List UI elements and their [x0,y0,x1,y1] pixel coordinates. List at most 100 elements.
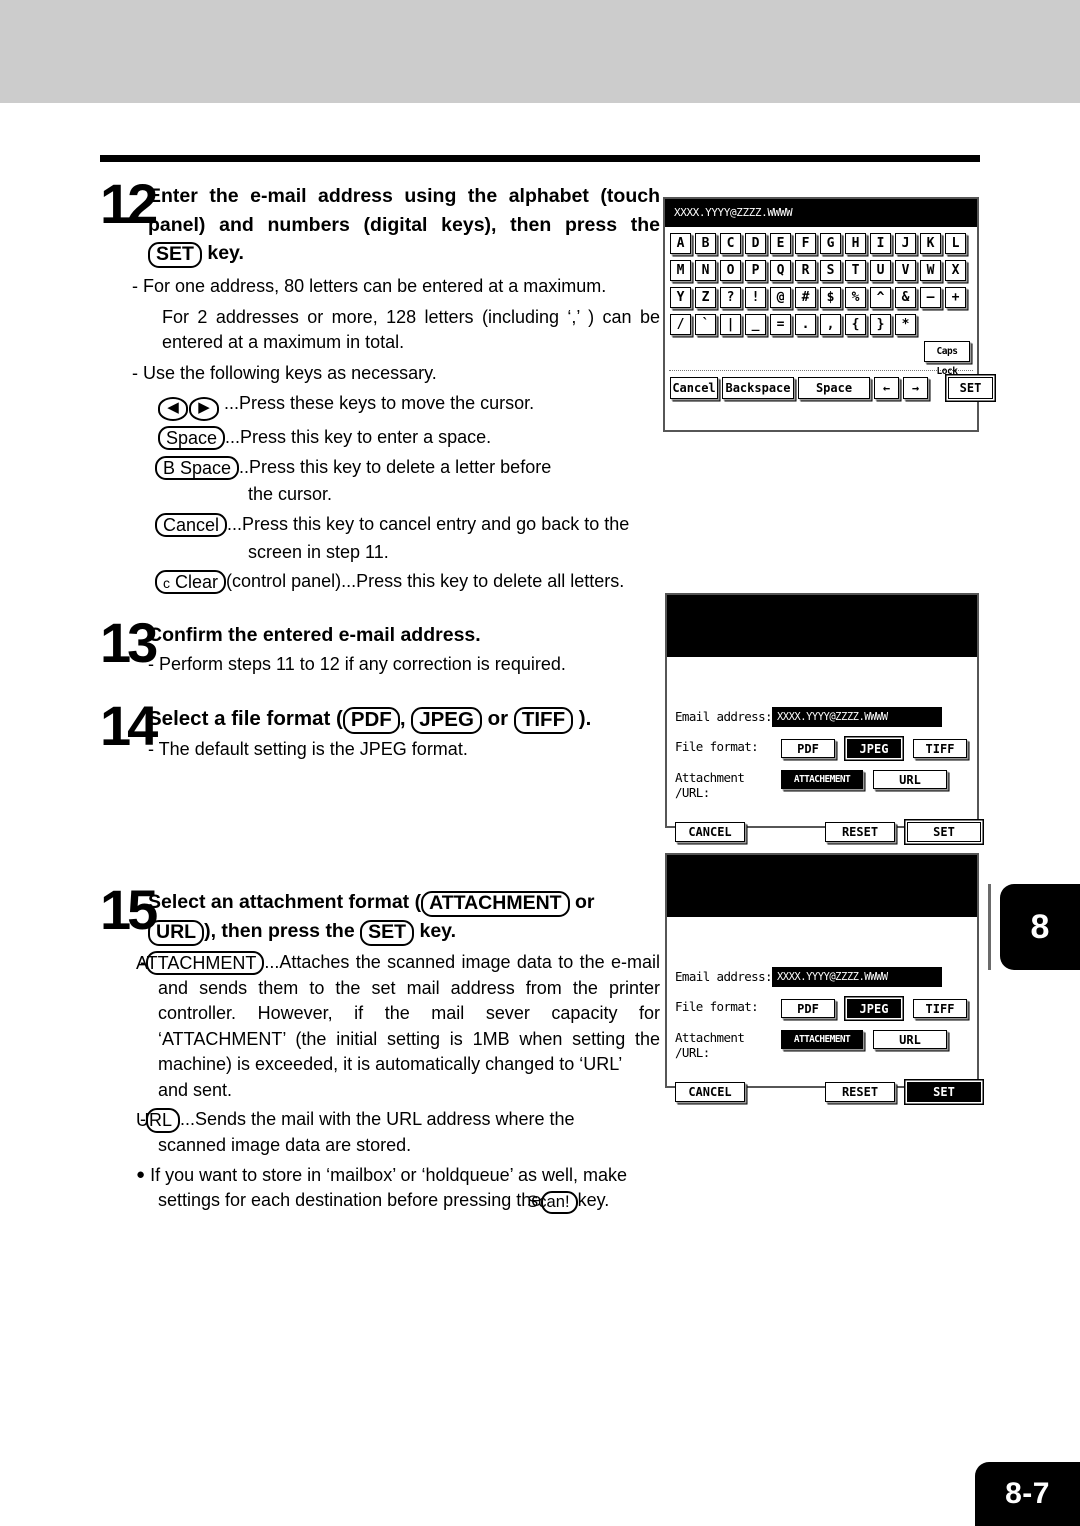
keyboard-capslock-row: Caps Lock [670,341,977,377]
attachment-button-1[interactable]: ATTACHEMENT [781,770,863,789]
settings-cancel-button-2[interactable]: CANCEL [675,1082,745,1102]
attachment-row-2: Attachment/URL:ATTACHEMENT URL [675,1030,947,1060]
keyboard-key-W[interactable]: W [920,260,941,281]
file-format-jpeg-button-2[interactable]: JPEG [847,999,901,1018]
keyboard-key-E[interactable]: E [770,233,791,254]
attachment-row-1: Attachment/URL:ATTACHEMENT URL [675,770,947,800]
step-12-bspace-line: B Space ..Press this key to delete a lett… [155,455,660,481]
keyboard-key-{[interactable]: { [845,314,866,335]
keyboard-key-F[interactable]: F [795,233,816,254]
keyboard-key-|[interactable]: | [720,314,741,335]
keyboard-key-C[interactable]: C [720,233,741,254]
keyboard-key-V[interactable]: V [895,260,916,281]
note-text2: key. [577,1190,610,1211]
email-address-value-1[interactable]: XXXX.YYYY@ZZZZ.WWWW [771,707,942,727]
keyboard-key-—[interactable]: — [920,287,941,308]
keyboard-key-L[interactable]: L [945,233,966,254]
email-address-value-2[interactable]: XXXX.YYYY@ZZZZ.WWWW [771,967,942,987]
jpeg-key-inline: JPEG [411,706,482,734]
keyboard-backspace-key[interactable]: Backspace [722,377,794,399]
settings-reset-button-2[interactable]: RESET [825,1082,895,1102]
keyboard-address-bar: XXXX.YYYY@ZZZZ.WWWW [665,199,977,227]
keyboard-key-_[interactable]: _ [745,314,766,335]
keyboard-key-#[interactable]: # [795,287,816,308]
keyboard-key-$[interactable]: $ [820,287,841,308]
attachment-label-2: Attachment/URL: [675,1030,781,1060]
step-13-sub: - Perform steps 11 to 12 if any correcti… [148,654,566,675]
step-15: 15 Select an attachment format (ATTACHME… [100,882,660,1214]
settings-set-button-2[interactable]: SET [907,1082,981,1102]
step-15-url-para-2: scanned image data are stored. [158,1134,412,1155]
keyboard-key-G[interactable]: G [820,233,841,254]
keyboard-key-B[interactable]: B [695,233,716,254]
keyboard-key-@[interactable]: @ [770,287,791,308]
keyboard-key-*[interactable]: * [895,314,916,335]
keyboard-key-?[interactable]: ? [720,287,741,308]
keyboard-key-X[interactable]: X [945,260,966,281]
file-format-tiff-button-1[interactable]: TIFF [913,739,967,758]
space-key-desc: ...Press this key to enter a space. [225,427,492,448]
keyboard-key-}[interactable]: } [870,314,891,335]
keyboard-key-T[interactable]: T [845,260,866,281]
file-format-label-2: File format: [675,999,759,1014]
keyboard-key-O[interactable]: O [720,260,741,281]
keyboard-key-&[interactable]: & [895,287,916,308]
keyboard-key-area: ABCDEFGHIJKL MNOPQRSTUVWX Y Z?! @ # $% ^ & — + /… [665,227,977,377]
keyboard-key-%[interactable]: % [845,287,866,308]
keyboard-key-,[interactable]: , [820,314,841,335]
chapter-tab-divider [988,884,991,970]
keyboard-key-![interactable]: ! [745,287,766,308]
step-14-heading-text: Select a file format ( [148,706,343,730]
keyboard-key-+[interactable]: + [945,287,966,308]
step-12-number: 12 [100,172,158,235]
keyboard-key-K[interactable]: K [920,233,941,254]
url-key-inline: URL [148,920,205,947]
keyboard-key-I[interactable]: I [870,233,891,254]
keyboard-space-key[interactable]: Space [798,377,870,399]
space-key-inline: Space [158,426,226,451]
keyboard-key-S[interactable]: S [820,260,841,281]
url-button-2[interactable]: URL [873,1030,947,1049]
keyboard-key-A[interactable]: A [670,233,691,254]
step-14-number: 14 [100,693,158,757]
keyboard-key-D[interactable]: D [745,233,766,254]
keyboard-key-=[interactable]: = [770,314,791,335]
file-format-tiff-button-2[interactable]: TIFF [913,999,967,1018]
keyboard-key-Q[interactable]: Q [770,260,791,281]
cancel-key-inline: Cancel [155,512,228,538]
attachment-key-inline-2: ATTACHMENT [136,951,265,976]
keyboard-arrow-left-key[interactable]: ← [874,377,899,399]
keyboard-key-P[interactable]: P [745,260,766,281]
keyboard-set-key[interactable]: SET [948,377,993,399]
keyboard-key-.[interactable]: . [795,314,816,335]
page-number: 8-7 [975,1462,1080,1526]
file-format-pdf-button-2[interactable]: PDF [781,999,835,1018]
keyboard-arrow-right-key[interactable]: → [903,377,928,399]
attachment-button-2[interactable]: ATTACHEMENT [781,1030,863,1049]
settings-reset-button-1[interactable]: RESET [825,822,895,842]
url-key-inline-2: URL [136,1108,181,1133]
file-format-label-1: File format: [675,739,759,754]
step-12-heading-text2: key. [207,242,244,265]
set-key-inline: SET [148,242,202,269]
keyboard-cancel-key[interactable]: Cancel [670,377,718,399]
keyboard-key-/[interactable]: / [670,314,691,335]
keyboard-key-^[interactable]: ^ [870,287,891,308]
manual-page: 8 8-7 12 Enter the e-mail address using … [0,0,1080,1526]
settings-set-button-1[interactable]: SET [907,822,981,842]
keyboard-key-J[interactable]: J [895,233,916,254]
keyboard-key-`[interactable]: ` [695,314,716,335]
keyboard-key-Z[interactable]: Z [695,287,716,308]
settings-cancel-button-1[interactable]: CANCEL [675,822,745,842]
step-12-body: - For one address, 80 letters can be ent… [100,274,660,595]
keyboard-key-U[interactable]: U [870,260,891,281]
keyboard-key-N[interactable]: N [695,260,716,281]
file-format-jpeg-button-1[interactable]: JPEG [847,739,901,758]
caps-lock-key[interactable]: Caps Lock [924,341,970,377]
url-button-1[interactable]: URL [873,770,947,789]
keyboard-key-Y[interactable]: Y [670,287,691,308]
keyboard-key-H[interactable]: H [845,233,866,254]
keyboard-key-M[interactable]: M [670,260,691,281]
file-format-pdf-button-1[interactable]: PDF [781,739,835,758]
keyboard-key-R[interactable]: R [795,260,816,281]
